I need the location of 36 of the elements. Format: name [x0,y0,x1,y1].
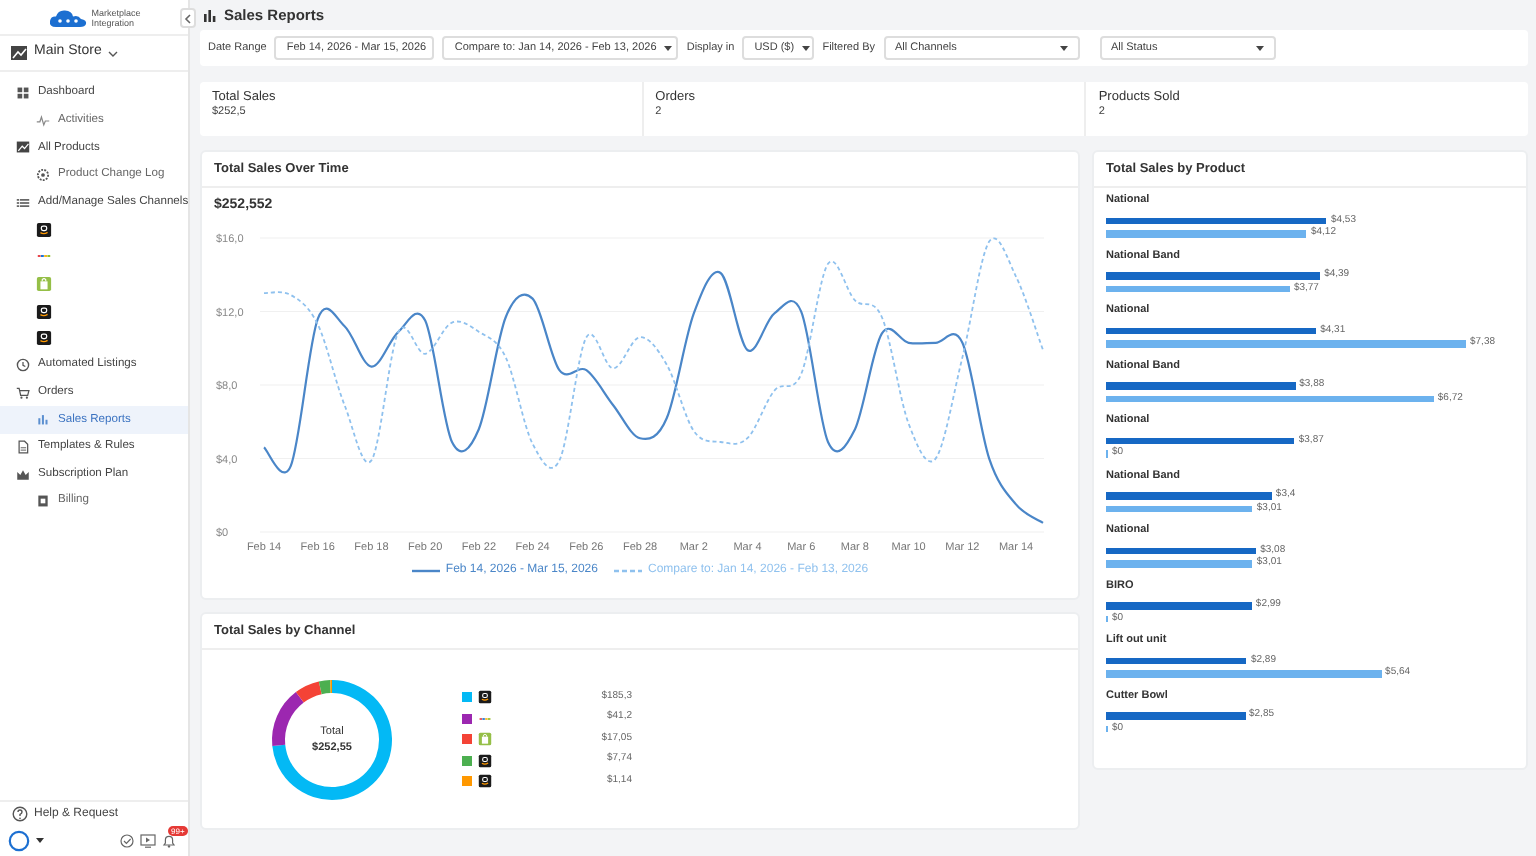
bar-chart-icon [36,412,50,427]
shop-tile-icon [478,690,492,704]
shop-tile-icon [478,774,492,788]
bar-chart-icon [204,9,216,21]
pulse-icon [36,113,50,128]
caret-icon [1059,45,1067,51]
caret-icon [1255,45,1263,51]
help-icon [12,806,28,822]
bell-icon [162,834,176,848]
caret-icon [664,45,673,51]
shop-tile-icon [36,303,52,320]
grid-icon [16,86,30,101]
dashed-line-icon [613,568,642,574]
collapse-button[interactable] [180,8,196,28]
avatar-icon [8,830,30,852]
shop-tile-icon [36,221,52,238]
gear-icon [36,168,50,183]
line-icon [411,568,440,574]
shop-tile-icon [36,330,52,347]
chart-icon [16,140,30,155]
clock-icon [16,358,30,373]
bag-icon [478,732,492,746]
check-circle-icon [120,834,134,848]
video-icon [140,834,156,848]
caret-icon [36,838,44,844]
chevron-left-icon [184,13,192,23]
chart-icon [10,44,28,62]
caret-icon [802,45,811,51]
bag-icon [36,275,52,292]
shop-tile-icon [478,753,492,767]
cart-icon [16,385,30,400]
document-icon [16,440,30,455]
chevron-down-icon [107,49,118,57]
list-icon [16,195,30,210]
crown-icon [16,467,30,482]
cloud-icon [47,7,88,27]
